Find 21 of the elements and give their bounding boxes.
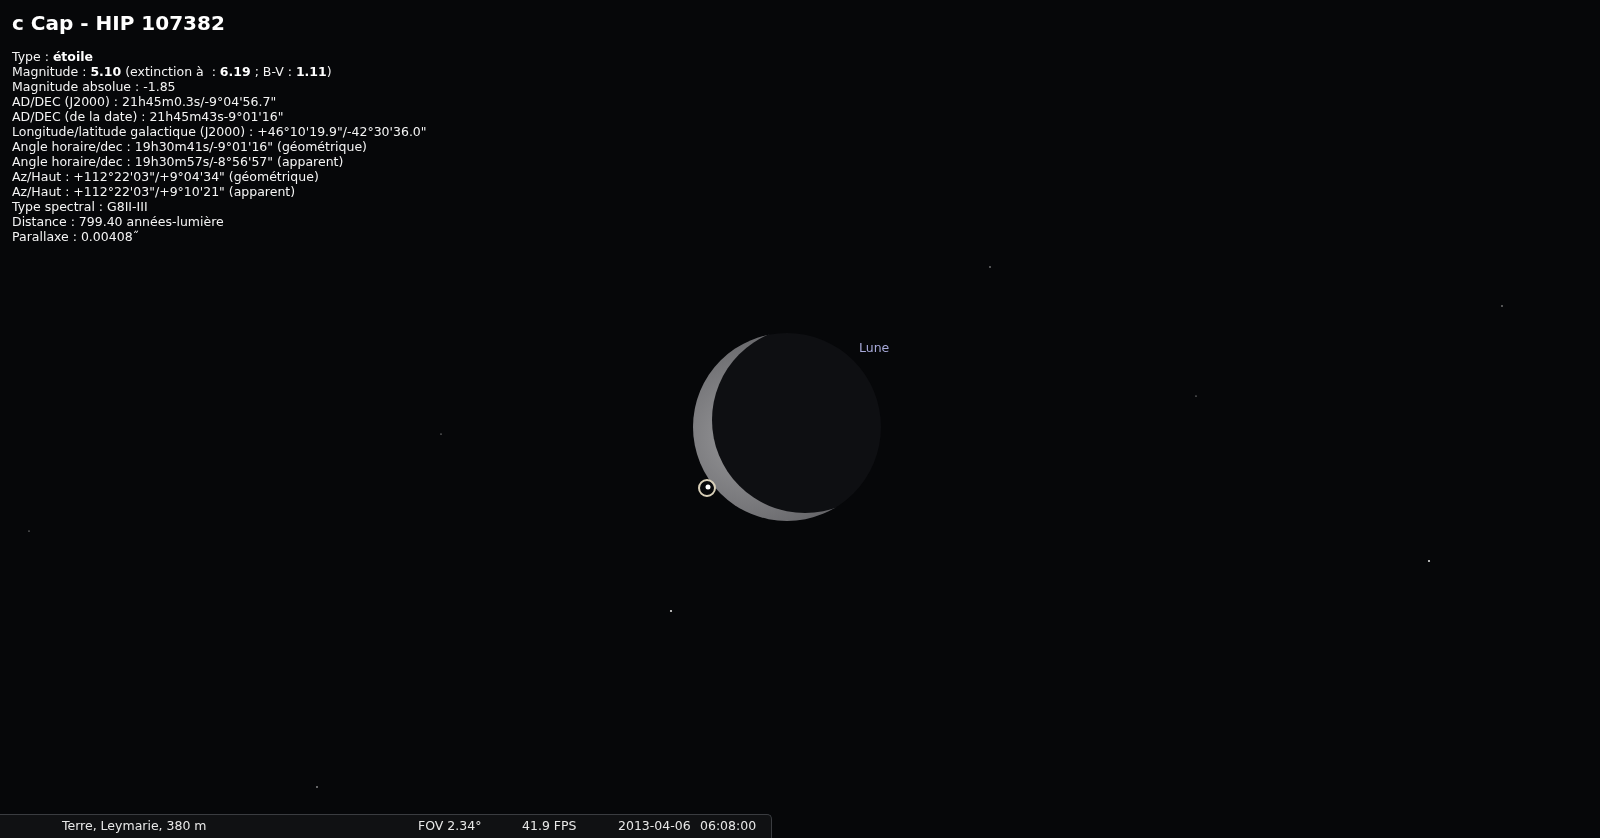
info-line: Az/Haut : +112°22'03"/+9°10'21" (apparent) — [12, 184, 297, 199]
location-text: Terre, Leymarie, 380 m — [62, 817, 208, 836]
info-line: Az/Haut : +112°22'03"/+9°04'34" (géométrique) — [12, 169, 320, 184]
info-line: Distance : 799.40 années-lumière — [12, 214, 225, 229]
info-line: AD/DEC (de la date) : 21h45m43s-9°01'16" — [12, 109, 285, 124]
info-line: Type : étoile — [12, 49, 94, 64]
date-text: 2013-04-06 — [618, 817, 688, 836]
info-line: Angle horaire/dec : 19h30m57s/-8°56'57" (apparent) — [12, 154, 345, 169]
fov-text: FOV 2.34° — [418, 817, 483, 836]
info-line: Type spectral : G8II-III — [12, 199, 149, 214]
object-title: c Cap - HIP 107382 — [12, 10, 226, 37]
info-line: Parallaxe : 0.00408˝ — [12, 229, 140, 244]
info-line: Magnitude absolue : -1.85 — [12, 79, 177, 94]
info-line: Angle horaire/dec : 19h30m41s/-9°01'16" (géométrique) — [12, 139, 368, 154]
fps-text: 41.9 FPS — [522, 817, 578, 836]
moon-label: Lune — [859, 339, 890, 357]
selected-star-marker-icon — [698, 479, 716, 497]
info-line: Magnitude : 5.10 (extinction à : 6.19 ; B-V : 1.11) — [12, 64, 333, 79]
info-line: AD/DEC (J2000) : 21h45m0.3s/-9°04'56.7" — [12, 94, 278, 109]
info-line: Longitude/latitude galactique (J2000) : +46°10'19.9"/-42°30'36.0" — [12, 124, 428, 139]
time-text: 06:08:00 — [700, 817, 757, 836]
